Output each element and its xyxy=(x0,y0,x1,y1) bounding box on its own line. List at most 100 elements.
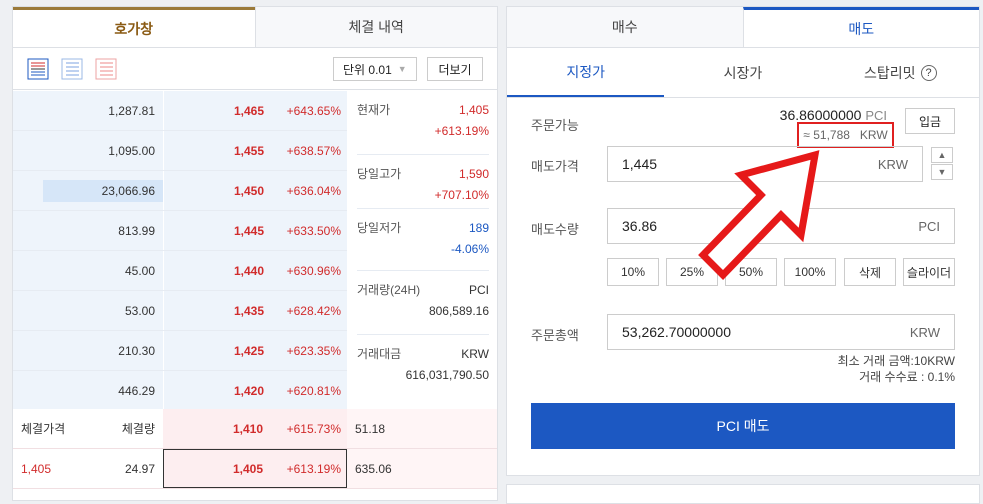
trade-qty: 24.97 xyxy=(124,461,155,476)
view-sell-icon[interactable] xyxy=(95,58,117,80)
ask-rate: +638.57% xyxy=(286,143,341,158)
ask-qty: 45.00 xyxy=(124,263,155,278)
ask-price: 1,425 xyxy=(234,343,265,358)
bid-row[interactable]: 1,405 24.97 1,405 +613.19% 635.06 xyxy=(13,449,497,489)
tab-trade-history[interactable]: 체결 내역 xyxy=(254,7,497,47)
available-label: 주문가능 xyxy=(531,118,579,133)
lower-panel xyxy=(506,484,980,504)
total-input[interactable]: 53,262.70000000 KRW xyxy=(607,314,955,350)
ask-qty-cell: 446.29 xyxy=(13,371,163,410)
orderbook-panel: 호가창 체결 내역 단위 0.01 ▼ 더보기 1,287.81 1,465 +64… xyxy=(12,6,498,501)
price-up-icon[interactable]: ▲ xyxy=(931,147,953,163)
trades-qty-header: 체결량 xyxy=(121,422,155,436)
ask-qty: 446.29 xyxy=(118,383,155,398)
market-info: 현재가 1,405 +613.19% 당일고가 1,590 +707.10% 당일저가 189… xyxy=(347,91,497,409)
market-info-item: 거래량(24H) PCI 806,589.16 xyxy=(357,271,489,335)
bid-rate: +615.73% xyxy=(286,421,341,436)
ask-price: 1,465 xyxy=(234,103,265,118)
bid-price-cell: 1,410 +615.73% xyxy=(163,409,347,448)
order-side-tabs: 매수 매도 xyxy=(507,7,979,48)
info-sub: 806,589.16 xyxy=(428,304,489,318)
unit-select[interactable]: 단위 0.01 ▼ xyxy=(333,57,417,81)
market-info-item: 현재가 1,405 +613.19% xyxy=(357,91,489,155)
bid-qty-cell: 635.06 xyxy=(347,449,497,488)
info-key: 당일저가 xyxy=(357,221,402,235)
ask-rate: +633.50% xyxy=(286,223,341,238)
trades-price-header: 체결가격 xyxy=(21,422,66,436)
ask-qty-cell: 45.00 xyxy=(13,251,163,290)
price-down-icon[interactable]: ▼ xyxy=(931,164,953,180)
bid-qty: 51.18 xyxy=(355,421,386,436)
tab-limit[interactable]: 지정가 xyxy=(507,48,665,97)
info-key: 현재가 xyxy=(357,103,391,117)
ask-rate: +630.96% xyxy=(286,263,341,278)
fee-note: 거래 수수료 : 0.1% xyxy=(859,370,955,384)
ask-qty: 53.00 xyxy=(124,303,155,318)
info-sub: 616,031,790.50 xyxy=(405,368,489,382)
tab-orderbook[interactable]: 호가창 xyxy=(13,7,255,47)
ask-qty: 210.30 xyxy=(118,343,155,358)
ask-rate: +620.81% xyxy=(286,383,341,398)
ask-qty-cell: 23,066.96 xyxy=(13,171,163,210)
tab-market[interactable]: 시장가 xyxy=(664,48,821,97)
deposit-button[interactable]: 입금 xyxy=(905,108,955,134)
ask-price-cell: 1,455 +638.57% xyxy=(163,131,347,170)
sell-submit-button[interactable]: PCI 매도 xyxy=(531,403,955,449)
trade-price: 1,405 xyxy=(21,461,52,476)
qty-label: 매도수량 xyxy=(531,222,579,237)
arrow-annotation-icon xyxy=(698,150,820,280)
info-value: KRW xyxy=(461,346,489,361)
ask-qty: 1,287.81 xyxy=(108,103,155,118)
ask-qty: 1,095.00 xyxy=(108,143,155,158)
tab-sell[interactable]: 매도 xyxy=(742,7,979,47)
pct-10-button[interactable]: 10% xyxy=(607,258,659,286)
available-value: 36.86000000 PCI xyxy=(779,107,887,123)
help-icon[interactable]: ? xyxy=(920,64,937,81)
ask-price-cell: 1,445 +633.50% xyxy=(163,211,347,250)
bid-row[interactable]: 체결가격 체결량 1,410 +615.73% 51.18 xyxy=(13,409,497,449)
ask-rate: +628.42% xyxy=(286,303,341,318)
ask-price: 1,445 xyxy=(234,223,265,238)
info-value: 1,590 xyxy=(458,166,489,181)
order-type-tabs: 지정가 시장가 스탑리밋? xyxy=(507,48,979,98)
ask-price-cell: 1,420 +620.81% xyxy=(163,371,347,410)
total-label: 주문총액 xyxy=(531,328,579,343)
min-amount-note: 최소 거래 금액:10KRW xyxy=(837,354,955,368)
info-sub: -4.06% xyxy=(450,242,489,256)
ask-qty-cell: 1,095.00 xyxy=(13,131,163,170)
ask-qty-cell: 813.99 xyxy=(13,211,163,250)
ask-price-cell: 1,450 +636.04% xyxy=(163,171,347,210)
view-buy-icon[interactable] xyxy=(61,58,83,80)
more-button[interactable]: 더보기 xyxy=(427,57,483,81)
bid-qty: 635.06 xyxy=(355,461,392,476)
ask-qty-cell: 53.00 xyxy=(13,291,163,330)
info-sub: +613.19% xyxy=(434,124,489,138)
info-sub: +707.10% xyxy=(434,188,489,202)
ask-qty: 813.99 xyxy=(118,223,155,238)
tab-stop-limit[interactable]: 스탑리밋? xyxy=(822,48,979,97)
info-value: 1,405 xyxy=(458,102,489,117)
view-both-icon[interactable] xyxy=(27,58,49,80)
clear-button[interactable]: 삭제 xyxy=(844,258,896,286)
ask-price-cell: 1,425 +623.35% xyxy=(163,331,347,370)
info-value: 189 xyxy=(468,220,489,235)
tab-buy[interactable]: 매수 xyxy=(507,7,743,47)
chevron-down-icon: ▼ xyxy=(397,64,407,74)
market-info-item: 당일저가 189 -4.06% xyxy=(357,209,489,271)
bid-rate: +613.19% xyxy=(286,461,341,476)
info-key: 당일고가 xyxy=(357,167,402,181)
ask-rate: +643.65% xyxy=(286,103,341,118)
ask-price: 1,455 xyxy=(234,143,265,158)
market-info-item: 거래대금 KRW 616,031,790.50 xyxy=(357,335,489,409)
trades-header: 체결가격 체결량 xyxy=(13,409,163,448)
bid-qty-cell: 51.18 xyxy=(347,409,497,448)
info-value: PCI xyxy=(468,282,489,297)
ask-price-cell: 1,465 +643.65% xyxy=(163,91,347,130)
orderbook-tabs: 호가창 체결 내역 xyxy=(13,7,497,48)
ask-price: 1,435 xyxy=(234,303,265,318)
orderbook-toolbar: 단위 0.01 ▼ 더보기 xyxy=(13,48,497,90)
ask-qty: 23,066.96 xyxy=(101,183,155,198)
price-label: 매도가격 xyxy=(531,159,579,174)
slider-button[interactable]: 슬라이더 xyxy=(903,258,955,286)
market-info-item: 당일고가 1,590 +707.10% xyxy=(357,155,489,209)
